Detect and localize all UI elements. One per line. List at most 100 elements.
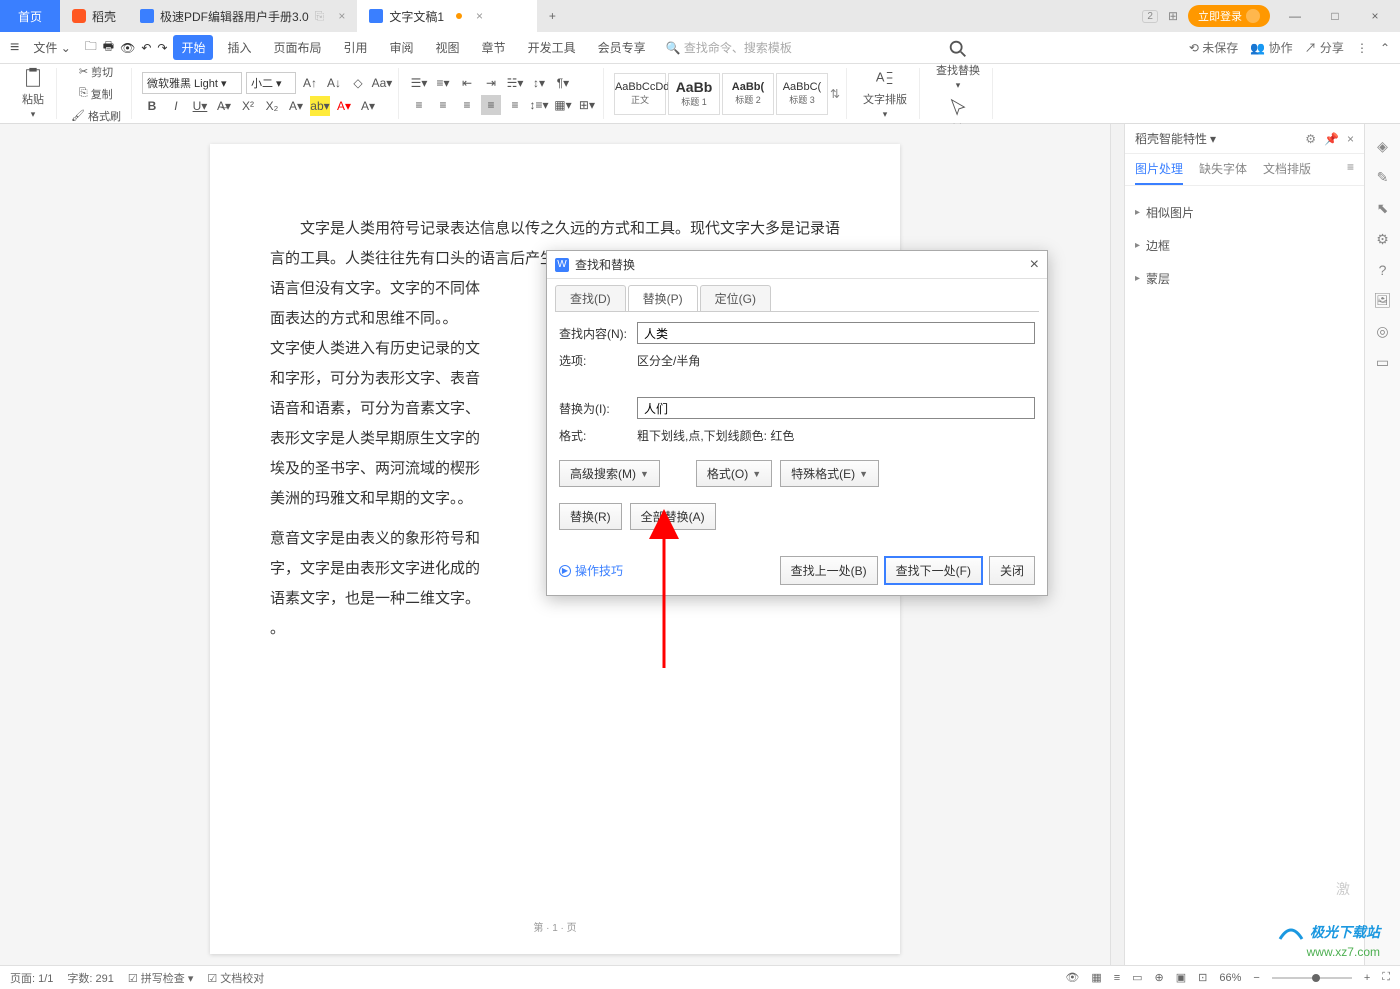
dialog-tab-find[interactable]: 查找(D) — [555, 285, 626, 311]
font-name-select[interactable]: 微软雅黑 Light ▾ — [142, 72, 242, 94]
font-color-icon[interactable]: A▾ — [286, 96, 306, 116]
hamburger-icon[interactable]: ≡ — [10, 39, 19, 57]
panel-tab-font[interactable]: 缺失字体 — [1199, 160, 1247, 185]
cut-button[interactable]: ✂ 剪切 — [75, 62, 117, 82]
indent-left-icon[interactable]: ⇤ — [457, 73, 477, 93]
text-layout-button[interactable]: A 文字排版▾ — [857, 65, 913, 122]
bold-icon[interactable]: B — [142, 96, 162, 116]
tab-doc-pdf[interactable]: 极速PDF编辑器用户手册3.0 ⎘ × — [128, 0, 357, 32]
find-input[interactable] — [637, 322, 1035, 344]
menu-review[interactable]: 审阅 — [382, 35, 422, 60]
dialog-tab-goto[interactable]: 定位(G) — [700, 285, 771, 311]
ops-tip-link[interactable]: ▶ 操作技巧 — [559, 562, 623, 579]
panel-item-border[interactable]: 边框 — [1135, 229, 1354, 262]
style-h3[interactable]: AaBbC(标题 3 — [776, 73, 828, 115]
increase-font-icon[interactable]: A↑ — [300, 73, 320, 93]
view-mode4-icon[interactable]: ⊕ — [1155, 971, 1164, 984]
login-button[interactable]: 立即登录 — [1188, 5, 1270, 27]
find-prev-button[interactable]: 查找上一处(B) — [780, 556, 878, 585]
tab-home[interactable]: 首页 — [0, 0, 60, 32]
style-normal[interactable]: AaBbCcDd正文 — [614, 73, 666, 115]
gear-icon[interactable]: ⚙ — [1305, 132, 1316, 146]
strike-icon[interactable]: A̶▾ — [214, 96, 234, 116]
style-h2[interactable]: AaBb(标题 2 — [722, 73, 774, 115]
maximize-button[interactable]: □ — [1320, 9, 1350, 23]
align-center-icon[interactable]: ≡ — [433, 95, 453, 115]
proofing-toggle[interactable]: ☑ 文档校对 — [207, 970, 264, 986]
shading-icon[interactable]: ▦▾ — [553, 95, 573, 115]
close-icon[interactable]: × — [476, 9, 483, 23]
menu-insert[interactable]: 插入 — [219, 35, 259, 60]
word-count[interactable]: 字数: 291 — [67, 970, 113, 986]
underline-icon[interactable]: U▾ — [190, 96, 210, 116]
find-replace-button[interactable]: 查找替换▾ — [930, 36, 986, 93]
spellcheck-toggle[interactable]: ☑ 拼写检查 ▾ — [128, 970, 194, 986]
collapse-ribbon-icon[interactable]: ⌃ — [1380, 41, 1390, 55]
replace-input[interactable] — [637, 397, 1035, 419]
file-menu[interactable]: 文件 ⌄ — [25, 35, 78, 60]
char-case-icon[interactable]: Aa▾ — [372, 73, 392, 93]
share-button[interactable]: ↗ 分享 — [1305, 39, 1344, 56]
menu-start[interactable]: 开始 — [173, 35, 213, 60]
style-more-icon[interactable]: ⇅ — [830, 87, 840, 101]
dialog-tab-replace[interactable]: 替换(P) — [628, 285, 698, 311]
view-mode5-icon[interactable]: ▣ — [1176, 971, 1186, 984]
numbering-icon[interactable]: ≡▾ — [433, 73, 453, 93]
line-spacing-icon[interactable]: ↕≡▾ — [529, 95, 549, 115]
coop-button[interactable]: 👥 协作 — [1250, 39, 1292, 56]
dialog-close-button[interactable]: × — [1030, 256, 1039, 274]
view-mode2-icon[interactable]: ≡ — [1114, 972, 1120, 984]
panel-item-similar[interactable]: 相似图片 — [1135, 196, 1354, 229]
print-icon[interactable]: 🖶 — [103, 37, 114, 58]
tab-doc-active[interactable]: 文字文稿1 × — [357, 0, 537, 32]
zoom-value[interactable]: 66% — [1219, 972, 1241, 984]
bullets-icon[interactable]: ☰▾ — [409, 73, 429, 93]
close-window-button[interactable]: × — [1360, 9, 1390, 23]
highlight-icon[interactable]: ab▾ — [310, 96, 330, 116]
close-button[interactable]: 关闭 — [989, 556, 1035, 585]
close-icon[interactable]: × — [338, 9, 345, 23]
redo-icon[interactable]: ↷ — [157, 41, 167, 55]
zoom-in-icon[interactable]: + — [1364, 972, 1370, 984]
replace-all-button[interactable]: 全部替换(A) — [630, 503, 716, 530]
image-icon[interactable]: 🖼 — [1374, 292, 1392, 309]
advanced-search-button[interactable]: 高级搜索(M) ▼ — [559, 460, 660, 487]
format-painter-button[interactable]: 🖌 格式刷 — [67, 106, 125, 126]
panel-tab-layout[interactable]: 文档排版 — [1263, 160, 1311, 185]
italic-icon[interactable]: I — [166, 96, 186, 116]
panel-menu-icon[interactable]: ≡ — [1347, 160, 1354, 185]
preview-icon[interactable]: 👁 — [120, 41, 135, 55]
book-icon[interactable]: ▭ — [1376, 354, 1389, 371]
view-mode3-icon[interactable]: ▭ — [1132, 971, 1142, 984]
copy-button[interactable]: ⎘ 复制 — [75, 84, 117, 104]
save-icon[interactable]: 🗀 — [85, 37, 97, 58]
format-button[interactable]: 格式(O) ▼ — [696, 460, 772, 487]
new-tab-button[interactable]: + — [537, 0, 567, 32]
close-panel-icon[interactable]: × — [1347, 132, 1354, 146]
badge-icon[interactable]: 2 — [1142, 10, 1158, 23]
font-color2-icon[interactable]: A▾ — [334, 96, 354, 116]
borders-icon[interactable]: ⊞▾ — [577, 95, 597, 115]
subscript-icon[interactable]: X₂ — [262, 96, 282, 116]
char-shading-icon[interactable]: A▾ — [358, 96, 378, 116]
command-search[interactable]: 🔍 查找命令、搜索模板 — [660, 37, 798, 58]
menu-reference[interactable]: 引用 — [336, 35, 376, 60]
eye-icon[interactable]: 👁 — [1065, 971, 1079, 984]
sort-icon[interactable]: ↕▾ — [529, 73, 549, 93]
menu-vip[interactable]: 会员专享 — [590, 35, 654, 60]
replace-button[interactable]: 替换(R) — [559, 503, 622, 530]
menu-view[interactable]: 视图 — [428, 35, 468, 60]
zoom-out-icon[interactable]: − — [1253, 972, 1259, 984]
tab-app-docker[interactable]: 稻壳 — [60, 0, 128, 32]
zoom-fit-icon[interactable]: ⊡ — [1198, 971, 1207, 984]
fullscreen-icon[interactable]: ⛶ — [1382, 971, 1390, 984]
target-icon[interactable]: ◎ — [1376, 323, 1388, 340]
font-size-select[interactable]: 小二 ▾ — [246, 72, 296, 94]
vertical-scrollbar[interactable] — [1110, 124, 1124, 965]
special-format-button[interactable]: 特殊格式(E) ▼ — [780, 460, 879, 487]
more-icon[interactable]: ⋮ — [1356, 41, 1368, 55]
style-h1[interactable]: AaBb标题 1 — [668, 73, 720, 115]
menu-section[interactable]: 章节 — [474, 35, 514, 60]
help-icon[interactable]: ? — [1379, 262, 1387, 278]
tabs-icon[interactable]: ☵▾ — [505, 73, 525, 93]
